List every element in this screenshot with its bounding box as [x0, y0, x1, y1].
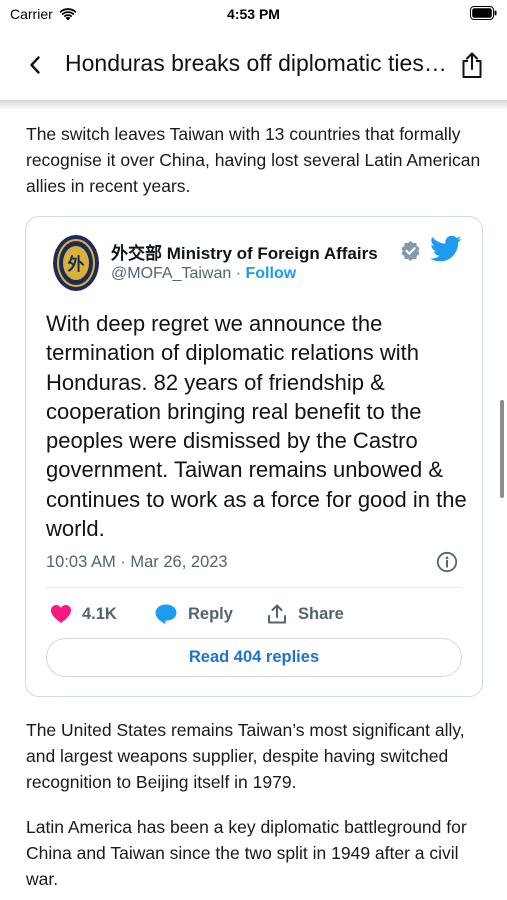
twitter-bird-icon[interactable] — [430, 235, 462, 263]
status-bar: Carrier 4:53 PM — [0, 0, 507, 30]
article-paragraph: Latin America has been a key diplomatic … — [26, 817, 467, 889]
tweet-divider — [46, 587, 462, 588]
status-time: 4:53 PM — [227, 6, 280, 22]
article-paragraph: The switch leaves Taiwan with 13 countri… — [26, 124, 481, 196]
nav-bar: Honduras breaks off diplomatic ties with… — [0, 30, 507, 102]
upload-icon — [268, 604, 286, 624]
avatar-glyph: 外 — [68, 254, 85, 275]
tweet-handle-row: @MOFA_Taiwan · Follow — [111, 265, 296, 283]
battery-icon — [470, 6, 497, 20]
speech-bubble-icon — [155, 604, 177, 624]
reply-label: Reply — [188, 604, 233, 623]
follow-button[interactable]: Follow — [246, 265, 297, 282]
scroll-indicator[interactable] — [500, 400, 504, 498]
page-title: Honduras breaks off diplomatic ties with… — [65, 50, 450, 76]
embedded-tweet[interactable]: 外 外交部 Ministry of Foreign Affairs @MOFA_… — [25, 216, 483, 697]
info-icon[interactable] — [436, 551, 458, 573]
tweet-share-button[interactable]: Share — [266, 602, 344, 626]
tweet-text: With deep regret we announce the termina… — [46, 311, 467, 542]
article-paragraph: The United States remains Taiwan’s most … — [26, 720, 465, 792]
separator-dot: · — [231, 265, 246, 282]
nav-shadow — [0, 100, 507, 110]
like-count: 4.1K — [82, 604, 117, 623]
tweet-author-name[interactable]: 外交部 Ministry of Foreign Affairs — [111, 239, 401, 264]
like-button[interactable]: 4.1K — [50, 602, 117, 626]
heart-icon — [51, 605, 71, 623]
back-button[interactable] — [22, 52, 48, 78]
verified-badge-icon — [401, 240, 420, 261]
avatar[interactable]: 外 — [53, 235, 99, 291]
share-button[interactable] — [457, 50, 487, 80]
tweet-handle[interactable]: @MOFA_Taiwan — [111, 265, 231, 282]
chevron-left-icon — [30, 56, 40, 74]
reply-button[interactable]: Reply — [154, 602, 233, 626]
share-icon — [462, 52, 482, 78]
share-label: Share — [298, 604, 344, 623]
read-replies-button[interactable]: Read 404 replies — [46, 638, 462, 677]
tweet-timestamp[interactable]: 10:03 AM · Mar 26, 2023 — [46, 553, 228, 572]
